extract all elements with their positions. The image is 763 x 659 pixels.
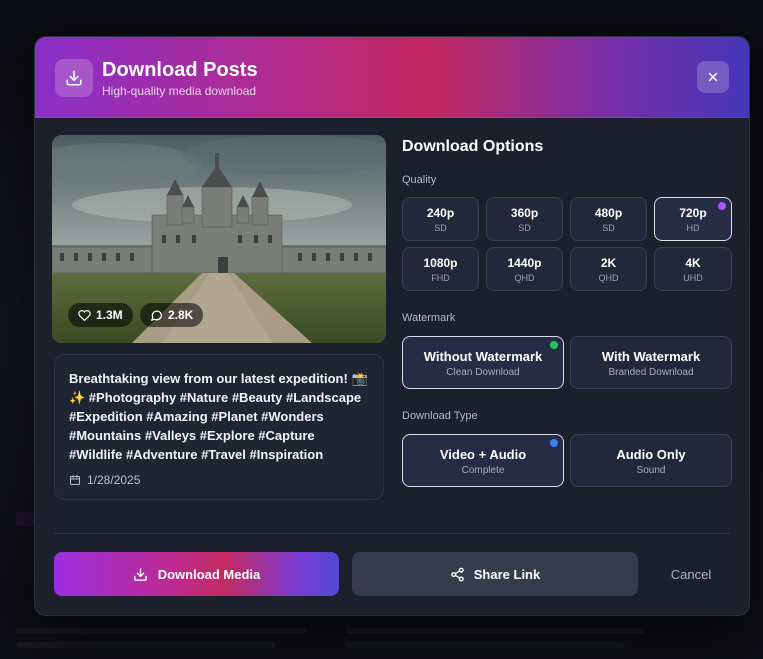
background-line [16, 642, 276, 648]
quality-option-sublabel: FHD [431, 273, 450, 283]
type-option-audio-only[interactable]: Audio Only Sound [570, 434, 732, 487]
quality-option-label: 1080p [423, 256, 458, 270]
download-icon [55, 59, 93, 97]
quality-option-360p[interactable]: 360p SD [486, 197, 563, 241]
likes-count: 1.3M [96, 308, 123, 322]
quality-option-label: 240p [426, 206, 455, 220]
comments-count: 2.8K [168, 308, 194, 322]
quality-option-sublabel: QHD [514, 273, 535, 283]
type-option-label: Audio Only [616, 447, 686, 462]
close-icon [708, 72, 718, 82]
quality-option-sublabel: QHD [598, 273, 619, 283]
modal-header: Download Posts High-quality media downlo… [35, 37, 749, 118]
quality-option-sublabel: SD [434, 223, 447, 233]
type-option-label: Video + Audio [439, 447, 527, 462]
quality-option-label: 1440p [507, 256, 542, 270]
quality-option-1440p[interactable]: 1440p QHD [486, 247, 563, 291]
watermark-option-sublabel: Branded Download [608, 367, 694, 378]
download-media-button[interactable]: Download Media [54, 552, 339, 596]
quality-option-720p[interactable]: 720p HD [654, 197, 732, 241]
post-caption-card: Breathtaking view from our latest expedi… [54, 354, 384, 500]
quality-label: Quality [402, 174, 437, 186]
post-date: 1/28/2025 [69, 473, 140, 487]
comments-badge: 2.8K [140, 303, 204, 327]
quality-option-1080p[interactable]: 1080p FHD [402, 247, 479, 291]
background-line [16, 628, 306, 634]
quality-option-label: 2K [600, 256, 617, 270]
download-options-title: Download Options [402, 138, 544, 155]
watermark-option-sublabel: Clean Download [446, 367, 520, 378]
watermark-option-with[interactable]: With Watermark Branded Download [570, 336, 732, 389]
selected-indicator-dot [718, 202, 726, 210]
quality-option-sublabel: SD [602, 223, 615, 233]
download-type-label: Download Type [402, 410, 478, 422]
quality-option-label: 480p [594, 206, 623, 220]
quality-option-2k[interactable]: 2K QHD [570, 247, 647, 291]
quality-option-label: 4K [685, 256, 701, 270]
modal-title: Download Posts [102, 59, 258, 81]
caption-line: #Expedition #Amazing #Planet #Wonders [69, 409, 324, 424]
quality-option-sublabel: SD [518, 223, 531, 233]
quality-option-4k[interactable]: 4K UHD [654, 247, 732, 291]
selected-indicator-dot [550, 341, 558, 349]
post-caption: Breathtaking view from our latest expedi… [69, 369, 369, 464]
quality-option-label: 360p [510, 206, 539, 220]
likes-badge: 1.3M [68, 303, 133, 327]
close-button[interactable] [697, 61, 729, 93]
share-link-button[interactable]: Share Link [352, 552, 638, 596]
caption-line: #Mountains #Valleys #Explore #Capture [69, 428, 315, 443]
quality-option-240p[interactable]: 240p SD [402, 197, 479, 241]
type-option-video-audio[interactable]: Video + Audio Complete [402, 434, 564, 487]
comment-icon [151, 310, 162, 321]
background-line [345, 628, 645, 634]
calendar-icon [70, 475, 80, 485]
caption-line: Breathtaking view from our latest expedi… [69, 371, 368, 386]
media-preview[interactable]: 1.3M 2.8K [52, 135, 386, 343]
watermark-option-label: With Watermark [601, 349, 701, 364]
selected-indicator-dot [550, 439, 558, 447]
heart-icon [78, 309, 91, 321]
quality-option-sublabel: HD [686, 223, 700, 233]
modal-subtitle: High-quality media download [102, 84, 257, 98]
footer-divider [54, 533, 730, 534]
watermark-option-without[interactable]: Without Watermark Clean Download [402, 336, 564, 389]
caption-line: ✨ #Photography #Nature #Beauty #Landscap… [69, 390, 362, 405]
background-line [345, 642, 625, 648]
share-icon [450, 567, 464, 581]
watermark-label: Watermark [402, 312, 456, 324]
share-link-label: Share Link [473, 566, 541, 582]
quality-option-sublabel: UHD [683, 273, 703, 283]
download-media-label: Download Media [157, 566, 261, 582]
caption-line: #Wildlife #Adventure #Travel #Inspiratio… [69, 447, 324, 462]
download-icon [133, 567, 147, 581]
post-date-text: 1/28/2025 [87, 473, 141, 487]
quality-option-480p[interactable]: 480p SD [570, 197, 647, 241]
watermark-option-label: Without Watermark [423, 349, 543, 364]
type-option-sublabel: Sound [636, 465, 666, 476]
cancel-button[interactable]: Cancel [651, 552, 731, 596]
download-modal: Download Posts High-quality media downlo… [34, 36, 750, 616]
type-option-sublabel: Complete [461, 465, 505, 476]
